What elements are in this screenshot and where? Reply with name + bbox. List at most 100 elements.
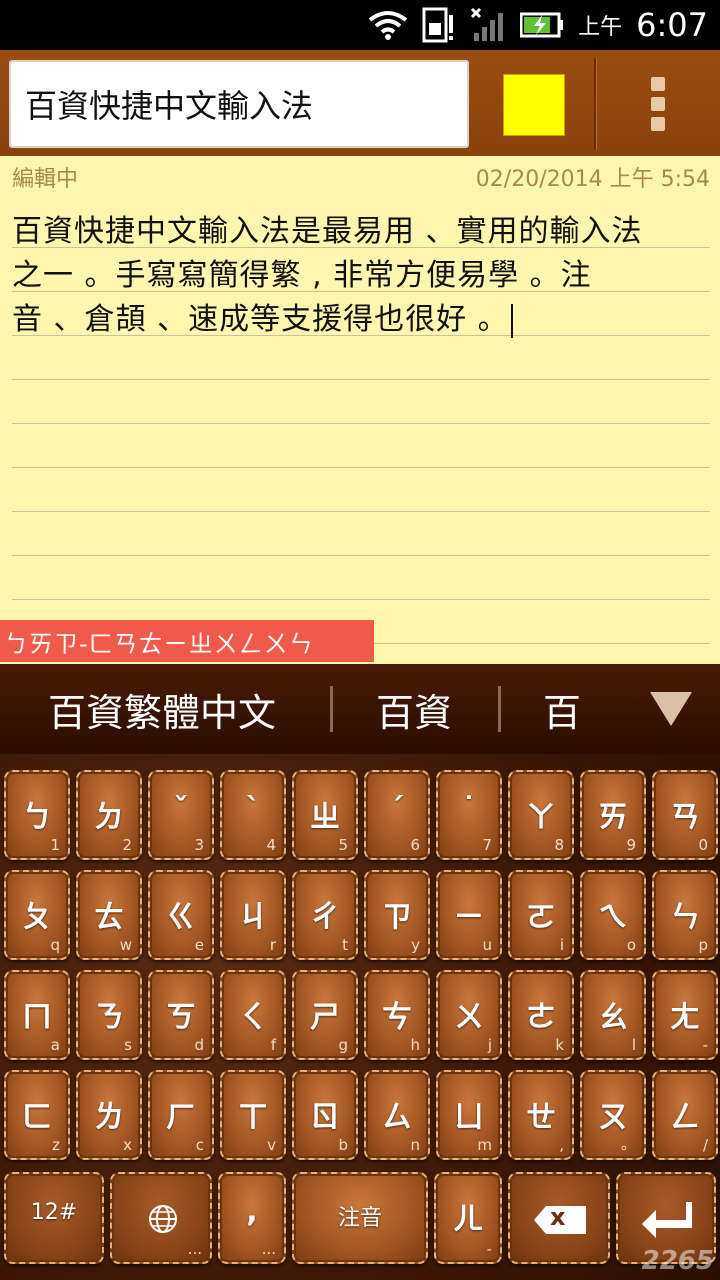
- key-sub-label: 。: [620, 1135, 636, 1153]
- keyboard-key[interactable]: ㄒv: [220, 1070, 286, 1160]
- keyboard-key[interactable]: ˊ6: [364, 770, 430, 860]
- key-label: ㄋ: [94, 1000, 124, 1035]
- keyboard-key[interactable]: ㄣp: [652, 870, 718, 960]
- paper-rule: [12, 511, 710, 512]
- key-label: ㄙ: [382, 1100, 412, 1135]
- keyboard-key[interactable]: ㄗy: [364, 870, 430, 960]
- language-key-sub: ...: [187, 1240, 202, 1258]
- keyboard-key[interactable]: ˙ 7: [436, 770, 502, 860]
- note-editor[interactable]: 編輯中 02/20/2014 上午 5:54 百資快捷中文輸入法是最易用 、實用…: [0, 156, 720, 664]
- keyboard-key[interactable]: ㄟo: [580, 870, 646, 960]
- note-body[interactable]: 百資快捷中文輸入法是最易用 、實用的輸入法 之一 。手寫寫簡得繁 , 非常方便易…: [12, 210, 712, 342]
- keyboard-key[interactable]: ㄐr: [220, 870, 286, 960]
- key-label: ㄐ: [238, 900, 268, 935]
- comma-key-label: ,: [246, 1194, 258, 1229]
- note-timestamp: 02/20/2014 上午 5:54: [475, 167, 710, 192]
- key-label: ㄩ: [454, 1100, 484, 1135]
- keyboard-key[interactable]: ㄜk: [508, 970, 574, 1060]
- key-sub-label: 8: [554, 836, 564, 854]
- keyboard-key[interactable]: ㄠl: [580, 970, 646, 1060]
- key-sub-label: 4: [266, 836, 276, 854]
- keyboard-key[interactable]: ㄝ,: [508, 1070, 574, 1160]
- expand-candidates-icon[interactable]: [650, 692, 692, 726]
- candidate-item[interactable]: 百資: [376, 664, 452, 754]
- keyboard-key[interactable]: ㄩm: [436, 1070, 502, 1160]
- key-label: ㄕ: [310, 1000, 340, 1035]
- key-label: ㄘ: [382, 1000, 412, 1035]
- key-sub-label: e: [194, 936, 204, 954]
- keyboard-key[interactable]: ㄢ0: [652, 770, 718, 860]
- key-label: ㄓ: [310, 800, 340, 835]
- key-label: ㄖ: [310, 1100, 340, 1135]
- note-title-input[interactable]: 百資快捷中文輸入法: [9, 60, 469, 148]
- symbols-key[interactable]: 12#: [4, 1172, 104, 1264]
- keyboard-key[interactable]: ㄡ。: [580, 1070, 646, 1160]
- key-sub-label: y: [411, 936, 420, 954]
- keyboard-key[interactable]: ㄙn: [364, 1070, 430, 1160]
- keyboard-key[interactable]: ㄅ1: [4, 770, 70, 860]
- keyboard-key[interactable]: ㄨj: [436, 970, 502, 1060]
- key-label: ㄇ: [22, 1000, 52, 1035]
- keyboard-key[interactable]: ㄓ5: [292, 770, 358, 860]
- key-sub-label: 7: [482, 836, 492, 854]
- keyboard-key[interactable]: ㄌx: [76, 1070, 142, 1160]
- key-sub-label: h: [410, 1036, 420, 1054]
- language-key[interactable]: ...: [110, 1172, 212, 1264]
- keyboard-key[interactable]: ㄏc: [148, 1070, 214, 1160]
- key-sub-label: j: [487, 1036, 492, 1054]
- key-label: ㄎ: [166, 1000, 196, 1035]
- overflow-menu-button[interactable]: [630, 68, 686, 140]
- key-label: ㄟ: [598, 900, 628, 935]
- keyboard-key[interactable]: ㄋs: [76, 970, 142, 1060]
- keyboard-key[interactable]: ㄧu: [436, 870, 502, 960]
- keyboard-key[interactable]: ㄉ2: [76, 770, 142, 860]
- keyboard-key[interactable]: ㄤ-: [652, 970, 718, 1060]
- menu-dot-icon: [651, 117, 665, 131]
- key-label: ㄍ: [166, 900, 196, 935]
- keyboard-key[interactable]: ㄔt: [292, 870, 358, 960]
- keyboard-key[interactable]: ㄆq: [4, 870, 70, 960]
- backspace-key[interactable]: x: [508, 1172, 610, 1264]
- key-sub-label: u: [482, 936, 492, 954]
- keyboard-key[interactable]: ㄖb: [292, 1070, 358, 1160]
- candidate-separator: [330, 686, 333, 732]
- keyboard-key[interactable]: ㄞ9: [580, 770, 646, 860]
- key-label: ㄤ: [670, 1000, 700, 1035]
- keyboard-key[interactable]: ˋ4: [220, 770, 286, 860]
- note-line: 之一 。手寫寫簡得繁 , 非常方便易學 。注: [12, 258, 592, 293]
- key-label: ㄠ: [598, 1000, 628, 1035]
- comma-key[interactable]: , ...: [218, 1172, 286, 1264]
- keyboard-key[interactable]: ㄎd: [148, 970, 214, 1060]
- keyboard-key[interactable]: ㄥ /: [652, 1070, 718, 1160]
- keyboard-key[interactable]: ㄍe: [148, 870, 214, 960]
- key-sub-label: 3: [194, 836, 204, 854]
- candidate-separator: [498, 686, 501, 732]
- key-label: ㄌ: [94, 1100, 124, 1135]
- keyboard-key[interactable]: ㄚ8: [508, 770, 574, 860]
- keyboard-key[interactable]: ㄈz: [4, 1070, 70, 1160]
- note-color-button[interactable]: [503, 74, 565, 136]
- paper-rule: [12, 423, 710, 424]
- key-label: ㄈ: [22, 1100, 52, 1135]
- battery-charging-icon: [520, 12, 564, 38]
- candidate-item[interactable]: 百: [543, 664, 581, 754]
- key-sub-label: w: [119, 936, 132, 954]
- key-sub-label: f: [270, 1036, 276, 1054]
- keyboard-key[interactable]: ㄊw: [76, 870, 142, 960]
- keyboard-key[interactable]: ㄇa: [4, 970, 70, 1060]
- candidate-item[interactable]: 百資繁體中文: [48, 664, 276, 754]
- key-sub-label: t: [342, 936, 348, 954]
- keyboard-key[interactable]: ㄛi: [508, 870, 574, 960]
- comma-key-sub: ...: [261, 1240, 276, 1258]
- key-label: ㄚ: [526, 800, 556, 835]
- space-key[interactable]: 注音: [292, 1172, 428, 1264]
- key-label: ㄑ: [238, 1000, 268, 1035]
- er-key[interactable]: ㄦ -: [434, 1172, 502, 1264]
- keyboard-key[interactable]: ㄑf: [220, 970, 286, 1060]
- keyboard-key[interactable]: ㄕg: [292, 970, 358, 1060]
- note-line: 百資快捷中文輸入法是最易用 、實用的輸入法: [12, 214, 643, 249]
- keyboard-key[interactable]: ˇ3: [148, 770, 214, 860]
- keyboard-key[interactable]: ㄘh: [364, 970, 430, 1060]
- status-bar: 上午 6:07: [0, 0, 720, 50]
- note-line: 音 、倉頡 、速成等支援得也很好 。: [12, 302, 509, 337]
